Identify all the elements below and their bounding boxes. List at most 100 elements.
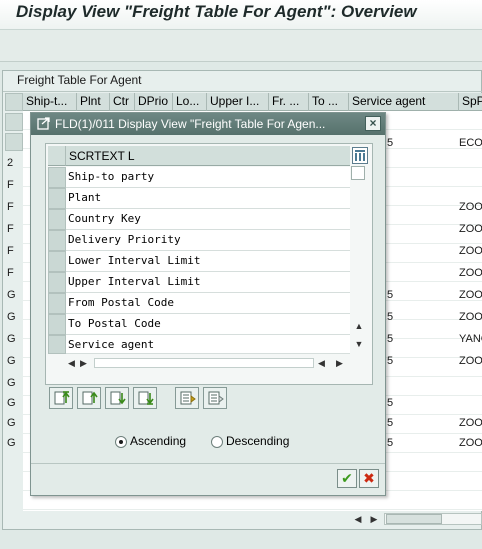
table-cell: ZOO — [459, 267, 482, 279]
list-item[interactable]: Delivery Priority — [66, 230, 350, 251]
row-selector[interactable] — [48, 167, 66, 188]
list-item[interactable]: To Postal Code — [66, 314, 350, 335]
list-item[interactable]: Plant — [66, 188, 350, 209]
move-to-bottom-icon — [138, 391, 154, 405]
column-header-plant[interactable]: Plnt — [77, 93, 110, 111]
table-cell: 5 — [387, 289, 394, 301]
table-cell: ZOO — [459, 437, 482, 449]
move-up-button[interactable] — [77, 387, 101, 409]
table-cell: ZOO — [459, 311, 482, 323]
deselect-all-button[interactable] — [203, 387, 227, 409]
column-configuration-icon[interactable] — [352, 147, 368, 164]
move-down-button[interactable] — [105, 387, 129, 409]
scrollbar-thumb[interactable] — [386, 514, 442, 524]
table-cell: ZOO — [459, 289, 482, 301]
table-cell: 5 — [387, 417, 394, 429]
column-header-upper-limit[interactable]: Upper I... — [207, 93, 269, 111]
divider — [3, 91, 482, 92]
table-cell: ECON — [459, 137, 482, 149]
table-cell: G — [7, 333, 16, 345]
column-header-scrtext[interactable]: SCRTEXT L — [66, 146, 350, 166]
table-cell: 5 — [387, 437, 394, 449]
select-all-cell[interactable] — [48, 146, 66, 166]
list-item[interactable]: Upper Interval Limit — [66, 272, 350, 293]
table-cell: F — [7, 245, 14, 257]
move-to-bottom-button[interactable] — [133, 387, 157, 409]
row-selector[interactable] — [48, 335, 66, 354]
select-all-cell[interactable] — [5, 93, 23, 111]
row-selector[interactable] — [48, 314, 66, 335]
table-cell: 5 — [387, 333, 394, 345]
scroll-right-icon[interactable]: ▶ — [368, 512, 380, 526]
column-header-lower-limit[interactable]: Lo... — [173, 93, 207, 111]
table-cell: ZOO — [459, 245, 482, 257]
dialog-title-bar: FLD(1)/011 Display View "Freight Table F… — [31, 113, 385, 135]
table-cell: F — [7, 179, 14, 191]
list-item[interactable]: Country Key — [66, 209, 350, 230]
descending-radio[interactable] — [211, 436, 223, 448]
list-item[interactable]: Ship-to party — [66, 167, 350, 188]
scrollbar-thumb[interactable] — [351, 166, 365, 180]
table-cell: YANG — [459, 333, 482, 345]
scroll-left-icon[interactable]: ◀ — [318, 356, 325, 370]
row-selector[interactable] — [5, 133, 23, 151]
row-selector[interactable] — [5, 113, 23, 131]
ascending-radio[interactable] — [115, 436, 127, 448]
scroll-right-icon[interactable]: ▶ — [336, 356, 343, 370]
table-cell: G — [7, 397, 16, 409]
table-cell: G — [7, 377, 16, 389]
table-cell: F — [7, 201, 14, 213]
table-cell: ZOO — [459, 201, 482, 213]
dialog-title: FLD(1)/011 Display View "Freight Table F… — [55, 117, 326, 131]
table-cell: G — [7, 311, 16, 323]
column-header-ship-to[interactable]: Ship-t... — [23, 93, 77, 111]
table-cell: 5 — [387, 311, 394, 323]
column-header-country[interactable]: Ctr — [110, 93, 135, 111]
row-selector[interactable] — [48, 293, 66, 314]
table-cell: ZOO — [459, 355, 482, 367]
column-header-to-postal[interactable]: To ... — [309, 93, 349, 111]
ok-button[interactable]: ✔ — [337, 469, 357, 488]
column-header-spp[interactable]: SpP — [459, 93, 482, 111]
select-all-icon — [180, 391, 196, 405]
close-button[interactable]: × — [365, 116, 381, 131]
page-title: Display View "Freight Table For Agent": … — [16, 2, 417, 21]
move-to-top-button[interactable] — [49, 387, 73, 409]
table-cell: 5 — [387, 137, 394, 149]
row-selector[interactable] — [48, 272, 66, 293]
table-cell: ZOO — [459, 223, 482, 235]
scroll-left-icon[interactable]: ◀ — [352, 512, 364, 526]
deselect-all-icon — [208, 391, 224, 405]
cancel-button[interactable]: ✖ — [359, 469, 379, 488]
table-cell: ZOO — [459, 417, 482, 429]
row-selector[interactable] — [48, 209, 66, 230]
cancel-icon: ✖ — [363, 470, 375, 486]
title-bar: Display View "Freight Table For Agent": … — [0, 0, 482, 30]
table-cell: G — [7, 355, 16, 367]
move-down-icon — [110, 391, 126, 405]
column-header-from-postal[interactable]: Fr. ... — [269, 93, 309, 111]
column-header-service-agent[interactable]: Service agent — [349, 93, 459, 111]
row-selector[interactable] — [48, 188, 66, 209]
row-selector[interactable] — [48, 251, 66, 272]
table-cell: F — [7, 267, 14, 279]
table-cell: 5 — [387, 355, 394, 367]
table-cell: G — [7, 417, 16, 429]
close-icon: × — [369, 116, 377, 130]
column-header-delivery-priority[interactable]: DPrio — [135, 93, 173, 111]
application-toolbar — [0, 30, 482, 62]
move-to-top-icon — [54, 391, 70, 405]
dialog-window-icon — [37, 117, 50, 130]
scroll-down-icon[interactable]: ▼ — [353, 338, 365, 350]
horizontal-scrollbar[interactable] — [94, 358, 314, 368]
list-item[interactable]: Lower Interval Limit — [66, 251, 350, 272]
scroll-left-icon[interactable]: ◀ — [68, 356, 75, 370]
row-selector[interactable] — [48, 230, 66, 251]
select-all-button[interactable] — [175, 387, 199, 409]
list-item[interactable]: Service agent — [66, 335, 350, 354]
move-up-icon — [82, 391, 98, 405]
list-item[interactable]: From Postal Code — [66, 293, 350, 314]
scroll-right-icon[interactable]: ▶ — [80, 356, 87, 370]
scroll-up-icon[interactable]: ▲ — [353, 320, 365, 332]
table-cell: G — [7, 437, 16, 449]
